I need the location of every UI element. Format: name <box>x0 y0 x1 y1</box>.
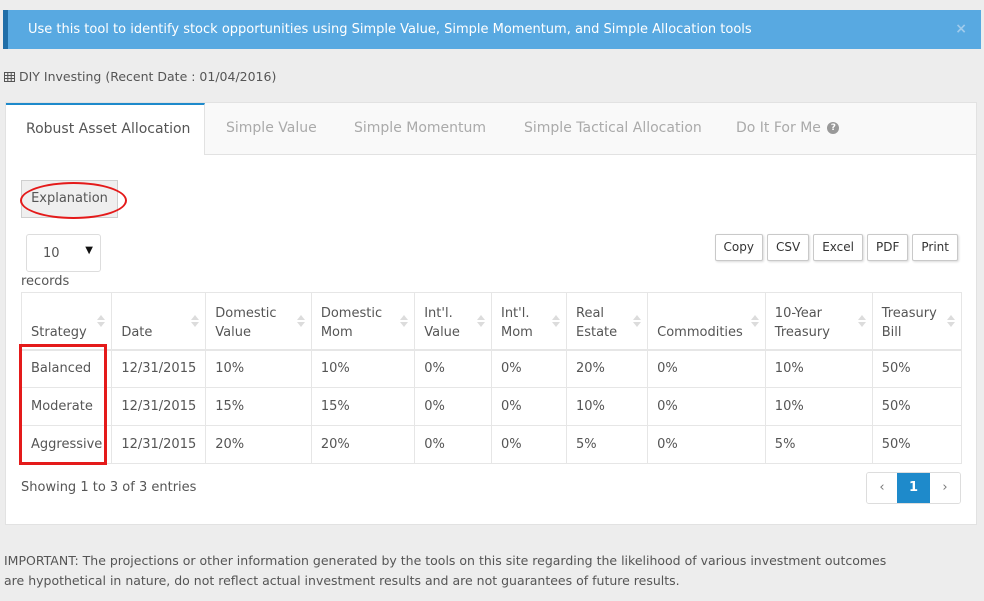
tab-do-it-for-me[interactable]: Do It For Me ? <box>736 103 840 155</box>
column-header-label: Domestic Value <box>215 305 277 340</box>
tab-bar: Robust Asset Allocation Simple Value Sim… <box>6 103 976 155</box>
column-header-label: Treasury Bill <box>881 305 937 340</box>
table-row: Balanced 12/31/2015 10% 10% 0% 0% 20% 0% 10% 50% <box>20 349 963 388</box>
sort-icon <box>97 315 106 327</box>
table-header-row: Strategy Date Domestic Value Domestic Mom In… <box>20 292 963 350</box>
cell-domestic-mom: 10% <box>310 349 416 388</box>
copy-button[interactable]: Copy <box>714 234 763 261</box>
page-title: DIY Investing (Recent Date : 01/04/2016) <box>19 69 277 84</box>
cell-10-year-treasury: 10% <box>764 387 873 426</box>
column-header-label: Real Estate <box>576 305 618 340</box>
allocation-table: Strategy Date Domestic Value Domestic Mom In… <box>20 292 963 464</box>
cell-int-l-mom: 0% <box>490 425 568 464</box>
pdf-button[interactable]: PDF <box>867 234 909 261</box>
cell-strategy: Moderate <box>20 387 113 426</box>
column-header-label: Strategy <box>31 324 87 340</box>
csv-button[interactable]: CSV <box>766 234 810 261</box>
next-page-button[interactable]: › <box>930 473 960 503</box>
sort-icon <box>400 315 409 327</box>
table-info: Showing 1 to 3 of 3 entries <box>21 480 197 495</box>
records-label: records <box>21 274 70 289</box>
cell-int-l-mom: 0% <box>490 387 568 426</box>
cell-strategy: Aggressive <box>20 425 113 464</box>
records-per-page-value: 10 <box>43 246 60 261</box>
print-button[interactable]: Print <box>912 234 958 261</box>
question-circle-icon: ? <box>827 122 840 134</box>
cell-treasury-bill: 50% <box>871 349 963 388</box>
column-header-label: 10-Year Treasury <box>774 305 830 340</box>
cell-domestic-value: 10% <box>205 349 312 388</box>
export-buttons: Copy CSV Excel PDF Print <box>714 234 958 261</box>
tab-simple-value[interactable]: Simple Value <box>226 103 317 155</box>
cell-date: 12/31/2015 <box>111 387 207 426</box>
column-header-real-estate[interactable]: Real Estate <box>565 292 649 350</box>
column-header-int-l-mom[interactable]: Int'l. Mom <box>490 292 568 350</box>
cell-real-estate: 5% <box>565 425 649 464</box>
column-header-commodities[interactable]: Commodities <box>647 292 766 350</box>
column-header-label: Domestic Mom <box>320 305 383 340</box>
cell-real-estate: 10% <box>565 387 649 426</box>
cell-int-l-value: 0% <box>414 425 492 464</box>
cell-int-l-value: 0% <box>414 387 492 426</box>
sort-icon <box>476 315 485 327</box>
alert-message: Use this tool to identify stock opportun… <box>28 22 752 37</box>
cell-int-l-mom: 0% <box>490 349 568 388</box>
cell-domestic-value: 15% <box>205 387 312 426</box>
table-row: Aggressive 12/31/2015 20% 20% 0% 0% 5% 0% 5% 50% <box>20 425 963 464</box>
excel-button[interactable]: Excel <box>813 234 863 261</box>
tab-simple-momentum[interactable]: Simple Momentum <box>354 103 486 155</box>
cell-treasury-bill: 50% <box>871 425 963 464</box>
sort-icon <box>296 315 305 327</box>
column-header-domestic-value[interactable]: Domestic Value <box>205 292 312 350</box>
disclaimer-text: IMPORTANT: The projections or other info… <box>4 553 887 588</box>
cell-strategy: Balanced <box>20 349 113 388</box>
cell-date: 12/31/2015 <box>111 425 207 464</box>
records-per-page-select[interactable]: 10 ▼ <box>26 234 101 272</box>
sort-icon <box>947 315 955 327</box>
column-header-treasury-bill[interactable]: Treasury Bill <box>871 292 963 350</box>
cell-10-year-treasury: 10% <box>764 349 873 388</box>
tab-do-it-for-me-label: Do It For Me <box>736 120 821 136</box>
column-header-10-year-treasury[interactable]: 10-Year Treasury <box>764 292 873 350</box>
close-icon[interactable]: × <box>955 10 967 49</box>
cell-date: 12/31/2015 <box>111 349 207 388</box>
table-grid-icon <box>4 71 15 82</box>
column-header-domestic-mom[interactable]: Domestic Mom <box>310 292 416 350</box>
sort-icon <box>191 315 200 327</box>
cell-commodities: 0% <box>647 387 766 426</box>
column-header-date[interactable]: Date <box>111 292 207 350</box>
page-heading: DIY Investing (Recent Date : 01/04/2016) <box>4 69 276 84</box>
cell-domestic-mom: 20% <box>310 425 416 464</box>
cell-int-l-value: 0% <box>414 349 492 388</box>
previous-page-button[interactable]: ‹ <box>867 473 897 503</box>
sort-icon <box>750 315 759 327</box>
column-header-label: Date <box>121 324 153 340</box>
cell-commodities: 0% <box>647 349 766 388</box>
sort-icon <box>552 315 560 327</box>
column-header-label: Int'l. Mom <box>500 305 533 340</box>
table-row: Moderate 12/31/2015 15% 15% 0% 0% 10% 0% 10% 50% <box>20 387 963 426</box>
column-header-strategy[interactable]: Strategy <box>20 292 113 350</box>
pagination: ‹ 1 › <box>866 472 961 504</box>
cell-real-estate: 20% <box>565 349 649 388</box>
tab-robust-asset-allocation[interactable]: Robust Asset Allocation <box>6 103 205 155</box>
caret-down-icon: ▼ <box>85 245 93 256</box>
cell-10-year-treasury: 5% <box>764 425 873 464</box>
cell-domestic-mom: 15% <box>310 387 416 426</box>
tab-simple-tactical-allocation[interactable]: Simple Tactical Allocation <box>524 103 702 155</box>
cell-domestic-value: 20% <box>205 425 312 464</box>
column-header-int-l-value[interactable]: Int'l. Value <box>414 292 492 350</box>
column-header-label: Commodities <box>657 324 743 340</box>
explanation-button[interactable]: Explanation <box>21 180 118 218</box>
cell-commodities: 0% <box>647 425 766 464</box>
sort-icon <box>633 315 642 327</box>
cell-treasury-bill: 50% <box>871 387 963 426</box>
tool-panel: Robust Asset Allocation Simple Value Sim… <box>5 102 977 525</box>
column-header-label: Int'l. Value <box>424 305 460 340</box>
page-1-button[interactable]: 1 <box>897 473 930 503</box>
sort-icon <box>857 315 866 327</box>
info-alert: Use this tool to identify stock opportun… <box>3 10 981 49</box>
